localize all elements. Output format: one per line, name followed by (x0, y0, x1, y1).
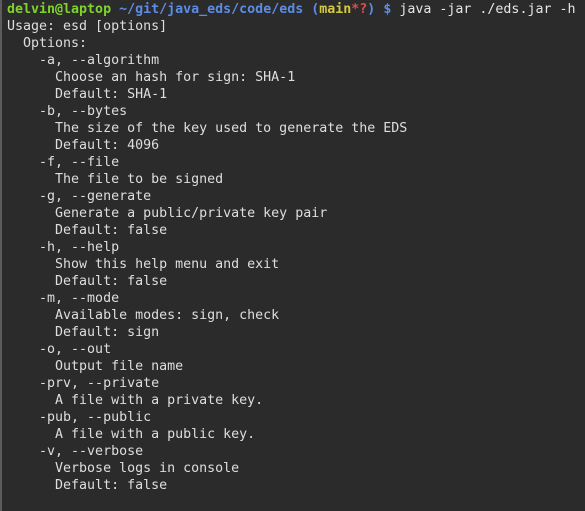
output-line: Default: false (7, 274, 168, 289)
command-prompt-line: delvin@laptop ~/git/java_eds/code/eds (m… (7, 1, 585, 18)
prompt-dollar-sign: $ (383, 2, 392, 17)
prompt-git-branch: main (319, 2, 352, 17)
entered-command: java -jar ./eds.jar -h (399, 2, 576, 17)
output-line: Verbose logs in console (7, 461, 240, 476)
output-line: Choose an hash for sign: SHA-1 (7, 70, 296, 85)
output-line: Output file name (7, 359, 184, 374)
output-line: -m, --mode (7, 291, 120, 306)
prompt-user-host: delvin@laptop (7, 2, 112, 17)
prompt-path: ~/git/java_eds/code/eds (119, 2, 304, 17)
output-line: Default: sign (7, 325, 160, 340)
output-line: -o, --out (7, 342, 112, 357)
output-line: Options: (7, 36, 88, 51)
output-line: The size of the key used to generate the… (7, 121, 408, 136)
output-line: -b, --bytes (7, 104, 128, 119)
output-line: -pub, --public (7, 410, 152, 425)
output-line: Default: 4096 (7, 138, 160, 153)
output-line: -v, --verbose (7, 444, 144, 459)
output-line: A file with a public key. (7, 427, 256, 442)
output-line: -f, --file (7, 155, 120, 170)
output-line: Usage: esd [options] (7, 19, 168, 34)
output-line: Generate a public/private key pair (7, 206, 328, 221)
output-line: Available modes: sign, check (7, 308, 280, 323)
output-line: -h, --help (7, 240, 120, 255)
output-line: Default: false (7, 478, 168, 493)
output-line: -g, --generate (7, 189, 152, 204)
command-output: Usage: esd [options] Options: -a, --algo… (7, 18, 585, 494)
output-line: -a, --algorithm (7, 53, 160, 68)
output-line: Show this help menu and exit (7, 257, 280, 272)
output-line: The file to be signed (7, 172, 224, 187)
prompt-git-dirty-marker: *? (351, 2, 368, 17)
output-line: -prv, --private (7, 376, 160, 391)
output-line: A file with a private key. (7, 393, 264, 408)
prompt-paren-close: ) (367, 2, 376, 17)
terminal-window[interactable]: delvin@laptop ~/git/java_eds/code/eds (m… (0, 0, 585, 511)
output-line: Default: false (7, 223, 168, 238)
output-line: Default: SHA-1 (7, 87, 168, 102)
